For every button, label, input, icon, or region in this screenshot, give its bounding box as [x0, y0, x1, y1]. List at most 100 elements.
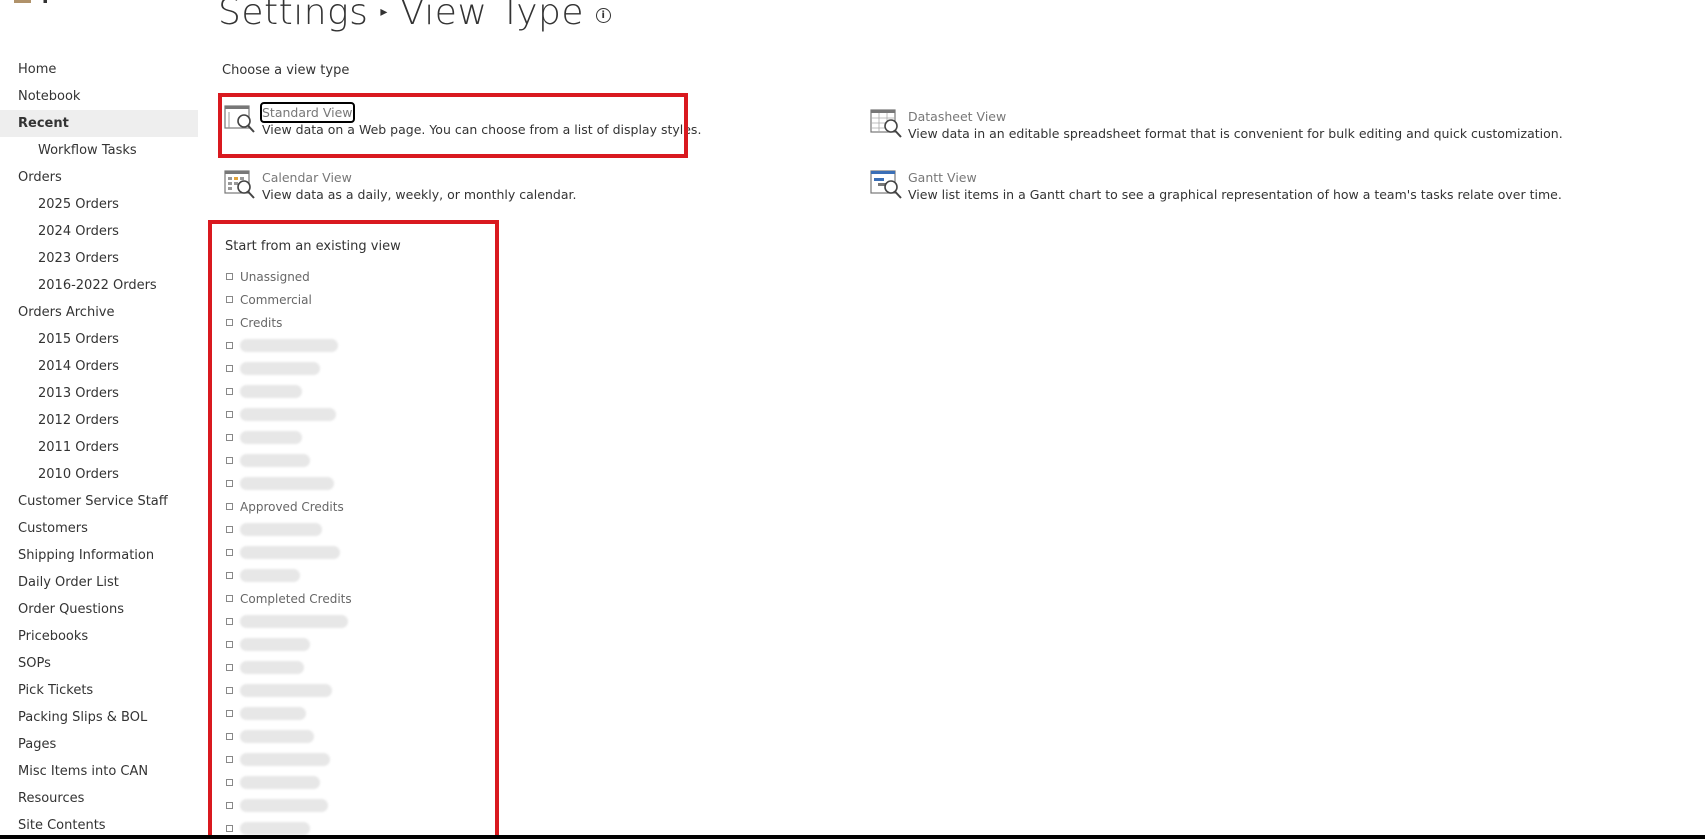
gantt-view-link[interactable]: Gantt View [908, 169, 977, 186]
nav-item-2014-orders[interactable]: 2014 Orders [0, 353, 198, 380]
nav-item-2016-2022-orders[interactable]: 2016-2022 Orders [0, 272, 198, 299]
nav-item-2024-orders[interactable]: 2024 Orders [0, 218, 198, 245]
existing-view-item[interactable] [226, 541, 352, 564]
nav-item-orders-archive[interactable]: Orders Archive [0, 299, 198, 326]
highlight-box-standard-view [218, 93, 688, 158]
nav-item-workflow-tasks[interactable]: Workflow Tasks [0, 137, 198, 164]
existing-view-item[interactable] [226, 380, 352, 403]
nav-item-pricebooks[interactable]: Pricebooks [0, 623, 198, 650]
redacted-label [240, 362, 320, 375]
nav-item-2023-orders[interactable]: 2023 Orders [0, 245, 198, 272]
redacted-label [240, 776, 320, 789]
existing-view-label[interactable]: Completed Credits [240, 592, 352, 606]
existing-view-label[interactable]: Commercial [240, 293, 312, 307]
existing-view-list: Unassigned Commercial Credits Approved Cred… [226, 265, 352, 840]
choose-view-type-label: Choose a view type [222, 63, 350, 78]
existing-view-item[interactable] [226, 357, 352, 380]
existing-view-item[interactable] [226, 334, 352, 357]
redacted-label [240, 546, 340, 559]
existing-view-item[interactable] [226, 679, 352, 702]
redacted-label [240, 753, 330, 766]
existing-view-item[interactable] [226, 725, 352, 748]
bottom-border [0, 835, 1705, 839]
existing-view-item[interactable] [226, 702, 352, 725]
existing-view-item[interactable] [226, 518, 352, 541]
redacted-label [240, 615, 348, 628]
calendar-view-option[interactable]: Calendar View View data as a daily, week… [224, 169, 576, 203]
nav-item-packing-slips-bol[interactable]: Packing Slips & BOL [0, 704, 198, 731]
calendar-view-description: View data as a daily, weekly, or monthly… [262, 187, 577, 202]
bullet-icon [226, 756, 233, 763]
bullet-icon [226, 480, 233, 487]
existing-view-item[interactable] [226, 564, 352, 587]
existing-view-item[interactable] [226, 633, 352, 656]
page-title: Settings ▸ View Type i [218, 0, 612, 36]
bullet-icon [226, 549, 233, 556]
gantt-view-option[interactable]: Gantt View View list items in a Gantt ch… [870, 169, 1562, 203]
existing-view-item[interactable] [226, 426, 352, 449]
bullet-icon [226, 779, 233, 786]
redacted-label [240, 408, 336, 421]
existing-view-item[interactable]: Credits [226, 311, 352, 334]
nav-item-orders[interactable]: Orders [0, 164, 198, 191]
existing-view-label[interactable]: Credits [240, 316, 282, 330]
existing-view-label[interactable]: Unassigned [240, 270, 310, 284]
site-logo[interactable] [14, 0, 56, 3]
redacted-label [240, 569, 300, 582]
redacted-label [240, 523, 322, 536]
nav-item-pages[interactable]: Pages [0, 731, 198, 758]
nav-item-order-questions[interactable]: Order Questions [0, 596, 198, 623]
nav-item-customer-service-staff[interactable]: Customer Service Staff [0, 488, 198, 515]
datasheet-view-link[interactable]: Datasheet View [908, 108, 1006, 125]
gantt-view-description: View list items in a Gantt chart to see … [908, 187, 1562, 202]
bullet-icon [226, 687, 233, 694]
existing-view-item[interactable]: Commercial [226, 288, 352, 311]
nav-item-home[interactable]: Home [0, 56, 198, 83]
bullet-icon [226, 618, 233, 625]
nav-item-notebook[interactable]: Notebook [0, 83, 198, 110]
existing-view-item[interactable] [226, 472, 352, 495]
nav-item-pick-tickets[interactable]: Pick Tickets [0, 677, 198, 704]
existing-view-item[interactable] [226, 656, 352, 679]
nav-item-shipping-information[interactable]: Shipping Information [0, 542, 198, 569]
nav-item-2010-orders[interactable]: 2010 Orders [0, 461, 198, 488]
calendar-view-link[interactable]: Calendar View [262, 169, 352, 186]
left-navigation: Home Notebook Recent Workflow Tasks Orders 20… [0, 56, 198, 839]
nav-item-customers[interactable]: Customers [0, 515, 198, 542]
nav-item-2025-orders[interactable]: 2025 Orders [0, 191, 198, 218]
bullet-icon [226, 388, 233, 395]
nav-item-2012-orders[interactable]: 2012 Orders [0, 407, 198, 434]
redacted-label [240, 799, 328, 812]
nav-item-2011-orders[interactable]: 2011 Orders [0, 434, 198, 461]
nav-item-daily-order-list[interactable]: Daily Order List [0, 569, 198, 596]
existing-view-item[interactable]: Approved Credits [226, 495, 352, 518]
existing-view-item[interactable] [226, 610, 352, 633]
info-icon[interactable]: i [596, 7, 612, 23]
existing-view-item[interactable] [226, 771, 352, 794]
nav-item-recent[interactable]: Recent [0, 110, 198, 137]
bullet-icon [226, 296, 233, 303]
redacted-label [240, 661, 304, 674]
nav-item-resources[interactable]: Resources [0, 785, 198, 812]
nav-item-2015-orders[interactable]: 2015 Orders [0, 326, 198, 353]
nav-item-misc-items-into-can[interactable]: Misc Items into CAN [0, 758, 198, 785]
breadcrumb-settings[interactable]: Settings [218, 0, 368, 33]
nav-item-2013-orders[interactable]: 2013 Orders [0, 380, 198, 407]
redacted-label [240, 477, 334, 490]
bullet-icon [226, 411, 233, 418]
redacted-label [240, 431, 302, 444]
nav-item-sops[interactable]: SOPs [0, 650, 198, 677]
gantt-view-icon [870, 170, 902, 199]
existing-view-item[interactable]: Unassigned [226, 265, 352, 288]
redacted-label [240, 638, 310, 651]
existing-view-item[interactable] [226, 449, 352, 472]
existing-view-item[interactable] [226, 403, 352, 426]
existing-view-item[interactable]: Completed Credits [226, 587, 352, 610]
existing-view-item[interactable] [226, 794, 352, 817]
existing-view-label[interactable]: Approved Credits [240, 500, 344, 514]
breadcrumb-separator-icon: ▸ [380, 4, 388, 20]
redacted-label [240, 385, 302, 398]
existing-view-item[interactable] [226, 748, 352, 771]
bullet-icon [226, 802, 233, 809]
datasheet-view-option[interactable]: Datasheet View View data in an editable … [870, 108, 1563, 142]
